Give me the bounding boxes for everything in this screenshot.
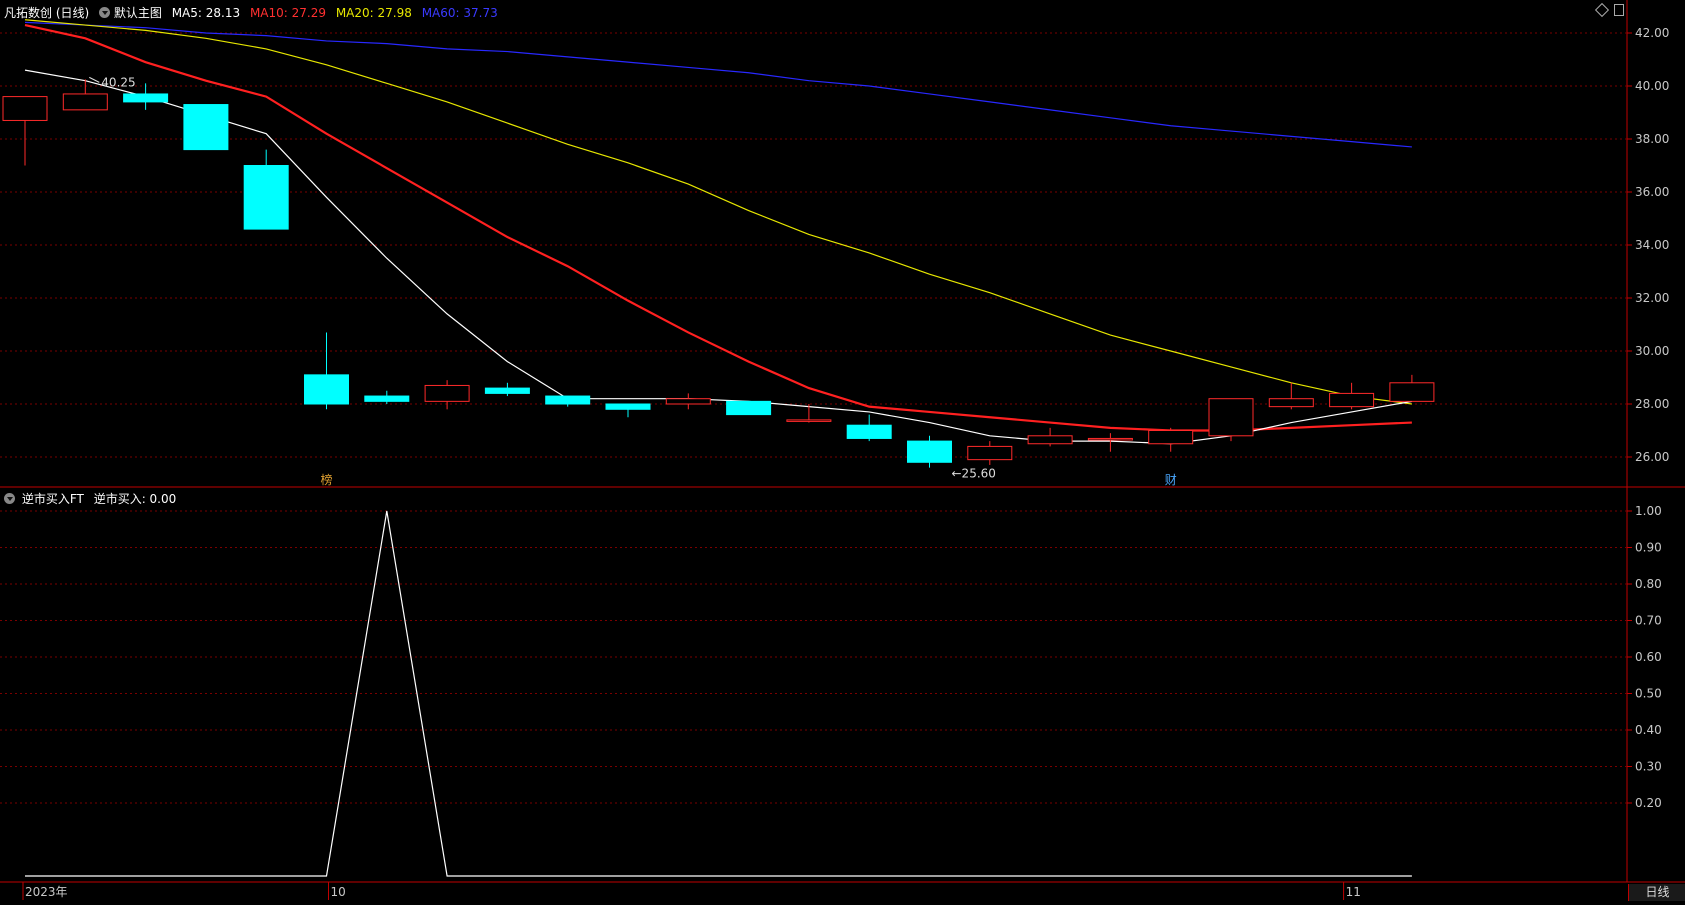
y-tick-label: 36.00: [1635, 185, 1669, 199]
y-tick-label: 30.00: [1635, 344, 1669, 358]
high-annotation: 40.25: [101, 75, 135, 89]
main-panel-header: 凡拓数创 (日线) 默认主图 MA5: 28.13 MA10: 27.29 MA…: [4, 4, 498, 21]
event-marker: 榜: [320, 472, 332, 487]
candle-body[interactable]: [1087, 437, 1133, 441]
event-marker: 财: [1165, 473, 1177, 487]
candle-body[interactable]: [726, 400, 772, 416]
indicator-name[interactable]: 逆市买入FT: [22, 492, 84, 506]
ma5-readout: MA5: 28.13: [171, 6, 241, 20]
candle-body[interactable]: [846, 424, 892, 439]
y-tick-label: 32.00: [1635, 291, 1669, 305]
candle-body[interactable]: [1268, 398, 1314, 408]
y-tick-label: 0.70: [1635, 614, 1662, 628]
candle-body[interactable]: [1027, 435, 1073, 445]
y-tick-label: 42.00: [1635, 26, 1669, 40]
candle-body[interactable]: [1329, 392, 1375, 408]
candle-body[interactable]: [123, 93, 169, 103]
low-annotation: ←25.60: [952, 467, 996, 481]
ma60-line: [24, 21, 1412, 148]
indicator-dropdown-icon[interactable]: [4, 493, 15, 504]
y-tick-label: 0.50: [1635, 687, 1662, 701]
panel-menu-icon[interactable]: [1614, 4, 1624, 16]
candle-body[interactable]: [243, 165, 289, 230]
y-tick-label: 0.80: [1635, 577, 1662, 591]
candle-body[interactable]: [545, 395, 591, 405]
y-tick-label: 0.60: [1635, 650, 1662, 664]
candle-body[interactable]: [62, 93, 108, 111]
y-tick-label: 34.00: [1635, 238, 1669, 252]
sub-panel-header: 逆市买入FT 逆市买入: 0.00: [4, 490, 176, 507]
candle-body[interactable]: [424, 384, 470, 402]
y-tick-label: 26.00: [1635, 450, 1669, 464]
ma5-line: [24, 69, 1413, 445]
candle-body[interactable]: [364, 395, 410, 402]
candle-body[interactable]: [967, 445, 1013, 461]
candle-body[interactable]: [1208, 398, 1254, 437]
candle-body[interactable]: [183, 104, 229, 151]
stock-title[interactable]: 凡拓数创 (日线): [4, 6, 89, 20]
y-tick-label: 1.00: [1635, 504, 1662, 518]
y-tick-label: 0.40: [1635, 723, 1662, 737]
candle-body[interactable]: [484, 387, 530, 394]
candle-body[interactable]: [605, 403, 651, 410]
candle-body[interactable]: [304, 374, 349, 405]
y-tick-label: 0.90: [1635, 541, 1662, 555]
candle-body[interactable]: [907, 440, 952, 463]
y-tick-label: 0.30: [1635, 760, 1662, 774]
kline-chart-svg[interactable]: 42.00 40.00 38.00 36.00 34.00 32.00 30.00 28.00…: [0, 0, 1685, 901]
indicator-line: [25, 510, 1412, 877]
x-axis-label: 2023年: [25, 885, 68, 899]
candle-body[interactable]: [1389, 382, 1435, 402]
candle-body[interactable]: [2, 96, 48, 121]
template-label[interactable]: 默认主图: [114, 6, 162, 20]
y-tick-label: 28.00: [1635, 397, 1669, 411]
dropdown-icon[interactable]: [99, 7, 111, 18]
x-axis-label: 11: [1346, 885, 1361, 899]
x-axis-label: 10: [331, 885, 346, 899]
y-tick-label: 38.00: [1635, 132, 1669, 146]
candle-body[interactable]: [1148, 430, 1194, 445]
ma60-readout: MA60: 37.73: [421, 6, 498, 20]
period-button-label: 日线: [1645, 885, 1670, 899]
candle-body[interactable]: [665, 398, 711, 405]
ma10-readout: MA10: 27.29: [249, 6, 326, 20]
chart-area[interactable]: 42.00 40.00 38.00 36.00 34.00 32.00 30.00 28.00…: [0, 0, 1685, 901]
ma20-readout: MA20: 27.98: [335, 6, 412, 20]
indicator-value: 逆市买入: 0.00: [93, 492, 177, 506]
y-tick-label: 40.00: [1635, 79, 1669, 93]
ma10-line: [24, 23, 1412, 432]
period-button[interactable]: 日线: [1628, 884, 1685, 901]
y-tick-label: 0.20: [1635, 796, 1662, 810]
candle-body[interactable]: [786, 419, 832, 422]
